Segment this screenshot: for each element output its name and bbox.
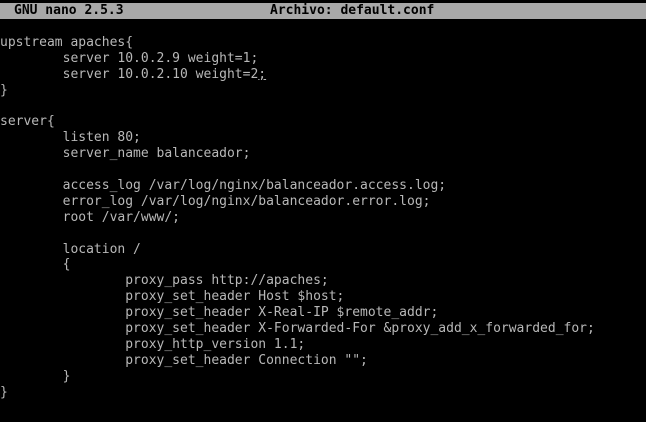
- code-line[interactable]: proxy_set_header Host $host;: [0, 289, 646, 305]
- code-line[interactable]: proxy_set_header X-Real-IP $remote_addr;: [0, 305, 646, 321]
- code-line[interactable]: server_name balanceador;: [0, 146, 646, 162]
- code-line[interactable]: proxy_http_version 1.1;: [0, 337, 646, 353]
- code-line[interactable]: }: [0, 369, 646, 385]
- code-line[interactable]: proxy_set_header X-Forwarded-For &proxy_…: [0, 321, 646, 337]
- editor-area[interactable]: upstream apaches{ server 10.0.2.9 weight…: [0, 35, 646, 422]
- code-line[interactable]: upstream apaches{: [0, 35, 646, 51]
- code-line[interactable]: listen 80;: [0, 130, 646, 146]
- title-bar: GNU nano 2.5.3 Archivo: default.conf: [0, 3, 646, 19]
- code-line[interactable]: }: [0, 83, 646, 99]
- app-name: GNU nano 2.5.3: [14, 3, 124, 18]
- code-line[interactable]: proxy_pass http://apaches;: [0, 273, 646, 289]
- code-line[interactable]: [0, 162, 646, 178]
- code-line[interactable]: [0, 226, 646, 242]
- code-line[interactable]: error_log /var/log/nginx/balanceador.err…: [0, 194, 646, 210]
- code-line[interactable]: }: [0, 385, 646, 401]
- code-line[interactable]: proxy_set_header Connection "";: [0, 353, 646, 369]
- code-line[interactable]: location /: [0, 242, 646, 258]
- code-line[interactable]: access_log /var/log/nginx/balanceador.ac…: [0, 178, 646, 194]
- code-line[interactable]: server{: [0, 114, 646, 130]
- code-line[interactable]: {: [0, 257, 646, 273]
- code-line[interactable]: server 10.0.2.9 weight=1;: [0, 51, 646, 67]
- code-line-text[interactable]: server 10.0.2.10 weight=2;: [0, 66, 267, 82]
- code-line-cursor[interactable]: server 10.0.2.10 weight=2;: [0, 67, 646, 83]
- file-name: Archivo: default.conf: [270, 3, 435, 18]
- code-line[interactable]: [0, 99, 646, 115]
- code-line[interactable]: root /var/www/;: [0, 210, 646, 226]
- text-cursor: ;: [258, 66, 267, 82]
